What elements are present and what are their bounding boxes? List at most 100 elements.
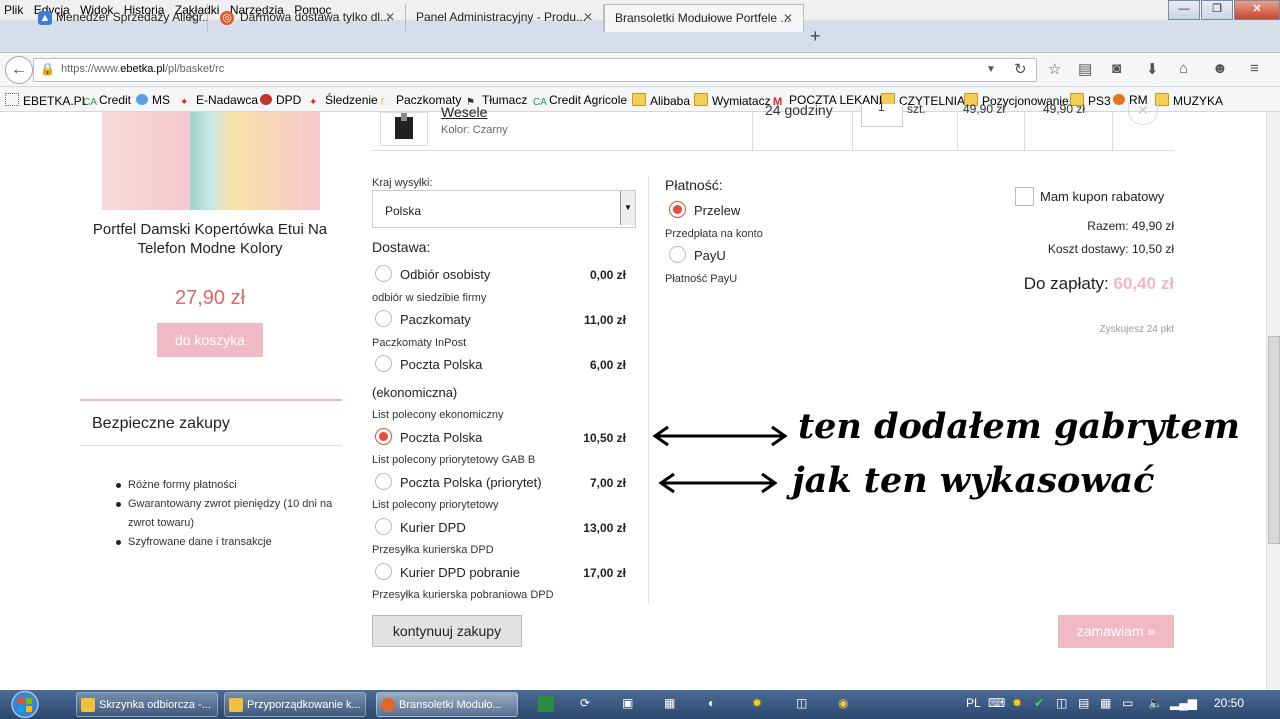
bookmark-alibaba[interactable]: Alibaba [632,93,690,108]
app-icon[interactable]: ◫ [796,696,807,710]
radio-poczta-polska[interactable] [375,355,392,372]
url-text[interactable]: https://www.ebetka.pl/pl/basket/rc [61,63,224,75]
dropdown-icon[interactable]: ▼ [986,64,996,75]
annotation-question: jak ten wykasować [792,460,1155,501]
tray-app-icon[interactable]: ✹ [1012,696,1022,710]
back-button[interactable]: ← [5,56,33,84]
tray-app-icon[interactable]: ▦ [1100,696,1111,710]
chevron-down-icon[interactable]: ▼ [620,191,635,225]
add-to-cart-button[interactable]: do koszyka [157,323,263,357]
close-icon[interactable]: ✕ [385,10,395,24]
cart-item-thumbnail[interactable] [380,112,428,146]
product-image[interactable] [102,112,320,210]
reload-icon[interactable]: ↻ [1014,60,1027,78]
loyalty-points: Zyskujesz 24 pkt [1099,324,1174,335]
signal-icon[interactable]: ▂▄▆ [1170,696,1197,710]
option-name[interactable]: Kurier DPD pobranie [400,565,520,580]
tab-darmowa[interactable]: ◎ Darmowa dostawa tylko dl... ✕ [208,4,406,31]
reading-list-icon[interactable]: ▤ [1078,60,1092,78]
tab-allegro[interactable]: ▲ Menedżer Sprzedaży Allegr... ✕ [16,4,208,31]
payment-name[interactable]: PayU [694,248,726,263]
network-icon[interactable]: ▭ [1122,696,1133,710]
country-select[interactable]: Polska ▼ [372,190,636,228]
volume-icon[interactable]: 🔈 [1148,696,1163,710]
bookmark-ebetka[interactable]: EBETKA.PL [5,93,88,108]
language-indicator[interactable]: PL [966,696,981,710]
cart-item-name[interactable]: Wesele [441,104,487,120]
close-icon[interactable]: ✕ [783,11,793,25]
mail-icon [81,698,95,712]
tab-panel[interactable]: Panel Administracyjny - Produ... ✕ [406,4,604,31]
annotation-added: ten dodałem gabrytem [798,406,1240,447]
cart-item-color: Kolor: Czarny [441,124,508,136]
star-icon[interactable]: ☆ [1048,60,1061,78]
double-arrow-icon [652,425,788,447]
bookmark-dpd[interactable]: DPD [260,93,301,107]
keyboard-icon[interactable]: ⌨ [988,696,1005,710]
tray-app-icon[interactable]: ▤ [1078,696,1089,710]
payment-name[interactable]: Przelew [694,203,740,218]
option-desc: List polecony ekonomiczny [372,409,504,421]
close-icon[interactable]: ✕ [583,10,593,24]
taskbar-item-przyporzadkowanie[interactable]: Przyporządkowanie k... [224,692,366,717]
option-name[interactable]: Paczkomaty [400,312,471,327]
pocket-icon[interactable]: ◙ [1112,60,1121,77]
taskbar-item-inbox[interactable]: Skrzynka odbiorcza -... [76,692,218,717]
sun-icon[interactable]: ✹ [752,696,762,710]
list-item: Szyfrowane dane i transakcje [110,533,340,552]
radio-kurier-dpd-pobranie[interactable] [375,563,392,580]
calculator-icon[interactable]: ▦ [664,696,675,710]
tab-bransoletki[interactable]: Bransoletki Modułowe Portfele ... ✕ [604,4,804,32]
app-icon[interactable]: ◐ [708,696,715,710]
radio-paczkomaty[interactable] [375,310,392,327]
bookmark-enadawca[interactable]: ✦ E-Nadawca [180,93,258,108]
close-icon[interactable]: ✕ [187,10,197,24]
coupon-checkbox[interactable] [1015,187,1034,206]
maximize-button[interactable]: ❐ [1201,0,1233,20]
coupon-label[interactable]: Mam kupon rabatowy [1040,189,1164,204]
country-value: Polska [385,204,422,218]
bookmark-credit-agricole[interactable]: CA Credit Agricole [533,93,627,108]
sync-icon[interactable]: ⟳ [580,696,590,710]
bookmark-sledzenie[interactable]: ✦ Śledzenie [309,93,378,108]
radio-kurier-dpd[interactable] [375,518,392,535]
windows-start-icon[interactable] [6,690,44,719]
new-tab-button[interactable]: + [810,26,821,47]
radio-payu[interactable] [669,246,686,263]
radio-odbior-osobisty[interactable] [375,265,392,282]
menu-icon[interactable]: ≡ [1250,60,1259,77]
folder-icon [694,93,708,106]
product-title[interactable]: Portfel Damski Kopertówka Etui Na Telefo… [90,220,330,258]
radio-przelew[interactable] [669,201,686,218]
option-name[interactable]: Poczta Polska [400,430,482,445]
option-name[interactable]: Poczta Polska [400,357,482,372]
bookmark-muzyka[interactable]: MUZYKA [1155,93,1223,108]
chat-icon[interactable]: ☻ [1212,60,1228,77]
download-icon[interactable]: ⬇ [1146,60,1159,78]
excel-icon[interactable] [538,696,554,712]
tray-app-icon[interactable]: ◫ [1056,696,1067,710]
option-name[interactable]: Poczta Polska (priorytet) [400,475,542,490]
quantity-input[interactable]: 1 [861,100,903,127]
save-icon[interactable]: ▣ [622,696,633,710]
clock[interactable]: 20:50 [1214,696,1244,710]
close-button[interactable]: ✕ [1234,0,1280,20]
bookmark-wymiatacz[interactable]: Wymiatacz [694,93,771,108]
home-icon[interactable]: ⌂ [1179,60,1188,77]
payment-desc: Przedpłata na konto [665,228,763,240]
bookmark-ms[interactable]: MS [136,93,170,107]
cart-item-delivery: 24 godziny [765,102,833,118]
order-button[interactable]: zamawiam » [1058,615,1174,648]
option-name[interactable]: Kurier DPD [400,520,466,535]
messenger-icon [136,94,148,105]
checkmark-icon[interactable]: ✔ [1034,696,1044,710]
option-name[interactable]: Odbiór osobisty [400,267,490,282]
bookmark-credit[interactable]: CA Credit [83,93,131,108]
continue-shopping-button[interactable]: kontynuuj zakupy [372,615,522,647]
minimize-button[interactable]: — [1168,0,1200,20]
radio-poczta-polska-priorytet[interactable] [375,473,392,490]
scrollbar-thumb[interactable] [1268,336,1280,544]
taskbar-item-firefox[interactable]: Bransoletki Moduło... [376,692,518,717]
chrome-icon[interactable]: ◉ [838,696,848,710]
radio-poczta-polska-polecony[interactable] [375,428,392,445]
